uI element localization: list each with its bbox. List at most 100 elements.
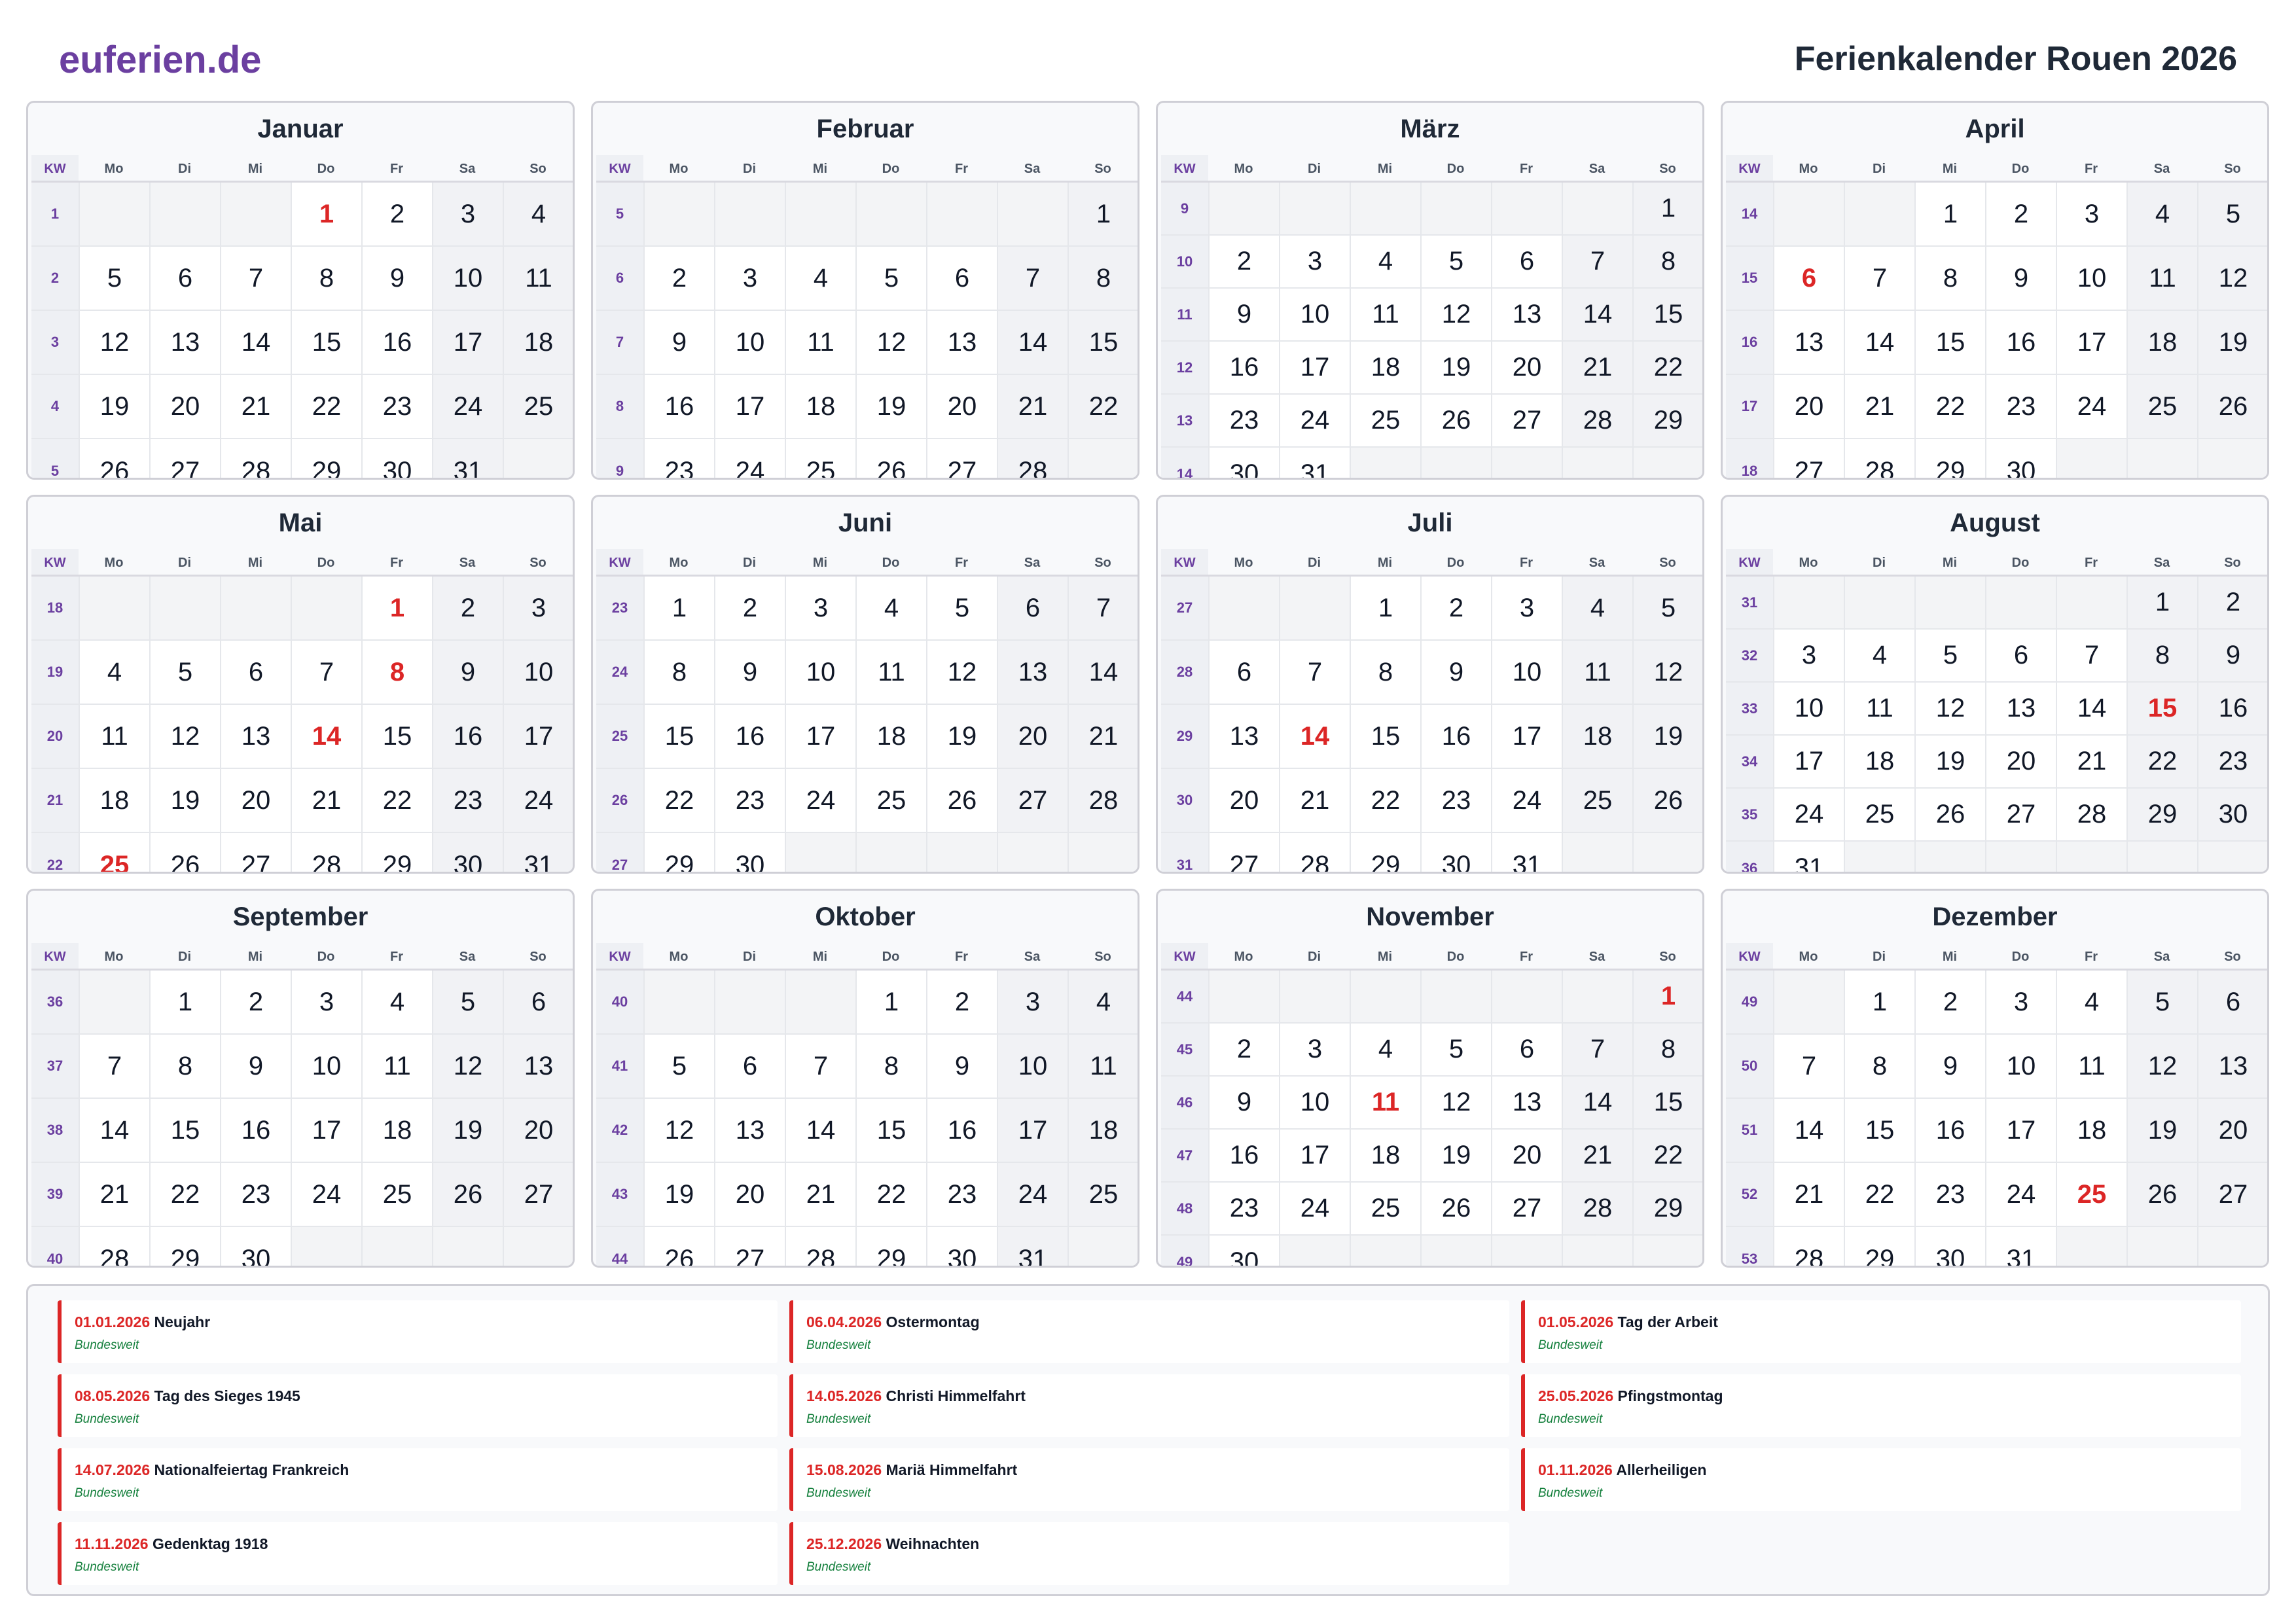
calendar-day[interactable]: 22 <box>1067 375 1138 438</box>
calendar-day[interactable]: 7 <box>2056 630 2126 681</box>
calendar-day[interactable]: 27 <box>1491 395 1562 446</box>
calendar-day[interactable]: 3 <box>503 577 573 639</box>
calendar-day[interactable]: 27 <box>926 439 997 478</box>
calendar-day[interactable]: 27 <box>1491 1183 1562 1234</box>
calendar-day[interactable]: 16 <box>432 705 503 768</box>
calendar-day[interactable]: 9 <box>1914 1035 1985 1097</box>
calendar-day[interactable]: 3 <box>291 971 361 1033</box>
calendar-day[interactable]: 29 <box>1914 439 1985 478</box>
calendar-day[interactable]: 18 <box>1562 705 1632 768</box>
calendar-day[interactable]: 26 <box>432 1163 503 1226</box>
calendar-day[interactable]: 29 <box>855 1227 926 1266</box>
calendar-day[interactable]: 15 <box>1844 1099 1914 1162</box>
calendar-day[interactable]: 18 <box>1067 1099 1138 1162</box>
calendar-day[interactable]: 23 <box>432 769 503 832</box>
calendar-day[interactable]: 24 <box>785 769 855 832</box>
calendar-day[interactable]: 16 <box>1208 1130 1279 1181</box>
calendar-day[interactable]: 16 <box>643 375 714 438</box>
calendar-day[interactable]: 28 <box>997 439 1067 478</box>
calendar-day[interactable]: 23 <box>220 1163 291 1226</box>
calendar-day[interactable]: 30 <box>714 833 785 872</box>
calendar-day[interactable]: 27 <box>503 1163 573 1226</box>
calendar-day[interactable]: 27 <box>2197 1163 2267 1226</box>
calendar-day[interactable]: 5 <box>1420 1024 1491 1075</box>
calendar-day[interactable]: 4 <box>361 971 432 1033</box>
calendar-day[interactable]: 30 <box>1208 1236 1279 1266</box>
calendar-day[interactable]: 13 <box>1208 705 1279 768</box>
calendar-day[interactable]: 1 <box>149 971 220 1033</box>
holiday-day[interactable]: 25 <box>2056 1163 2126 1226</box>
calendar-day[interactable]: 6 <box>1491 236 1562 287</box>
calendar-day[interactable]: 15 <box>149 1099 220 1162</box>
calendar-day[interactable]: 22 <box>291 375 361 438</box>
calendar-day[interactable]: 27 <box>997 769 1067 832</box>
calendar-day[interactable]: 3 <box>1279 236 1350 287</box>
calendar-day[interactable]: 25 <box>361 1163 432 1226</box>
calendar-day[interactable]: 25 <box>503 375 573 438</box>
calendar-day[interactable]: 5 <box>2126 971 2197 1033</box>
calendar-day[interactable]: 30 <box>1420 833 1491 872</box>
calendar-day[interactable]: 9 <box>926 1035 997 1097</box>
calendar-day[interactable]: 12 <box>1914 683 1985 734</box>
calendar-day[interactable]: 17 <box>503 705 573 768</box>
calendar-day[interactable]: 1 <box>1844 971 1914 1033</box>
calendar-day[interactable]: 19 <box>1420 1130 1491 1181</box>
calendar-day[interactable]: 4 <box>785 247 855 310</box>
calendar-day[interactable]: 17 <box>714 375 785 438</box>
calendar-day[interactable]: 15 <box>1350 705 1420 768</box>
calendar-day[interactable]: 27 <box>714 1227 785 1266</box>
calendar-day[interactable]: 1 <box>855 971 926 1033</box>
calendar-day[interactable]: 4 <box>1350 236 1420 287</box>
holiday-day[interactable]: 1 <box>291 183 361 245</box>
holiday-day[interactable]: 15 <box>2126 683 2197 734</box>
calendar-day[interactable]: 8 <box>2126 630 2197 681</box>
calendar-day[interactable]: 9 <box>1208 289 1279 340</box>
calendar-day[interactable]: 28 <box>1067 769 1138 832</box>
calendar-day[interactable]: 10 <box>1985 1035 2056 1097</box>
holiday-day[interactable]: 1 <box>1632 971 1702 1022</box>
calendar-day[interactable]: 5 <box>149 641 220 704</box>
calendar-day[interactable]: 7 <box>1562 236 1632 287</box>
calendar-day[interactable]: 5 <box>926 577 997 639</box>
holiday-day[interactable]: 25 <box>79 833 149 872</box>
calendar-day[interactable]: 28 <box>291 833 361 872</box>
calendar-day[interactable]: 31 <box>432 439 503 478</box>
calendar-day[interactable]: 9 <box>1985 247 2056 310</box>
calendar-day[interactable]: 26 <box>643 1227 714 1266</box>
calendar-day[interactable]: 20 <box>997 705 1067 768</box>
calendar-day[interactable]: 12 <box>1420 1077 1491 1128</box>
holiday-day[interactable]: 14 <box>291 705 361 768</box>
calendar-day[interactable]: 30 <box>2197 789 2267 840</box>
calendar-day[interactable]: 26 <box>79 439 149 478</box>
calendar-day[interactable]: 22 <box>1914 375 1985 438</box>
calendar-day[interactable]: 16 <box>1914 1099 1985 1162</box>
calendar-day[interactable]: 24 <box>503 769 573 832</box>
calendar-day[interactable]: 24 <box>714 439 785 478</box>
calendar-day[interactable]: 18 <box>1350 342 1420 393</box>
calendar-day[interactable]: 14 <box>1773 1099 1844 1162</box>
calendar-day[interactable]: 26 <box>2126 1163 2197 1226</box>
calendar-day[interactable]: 12 <box>1632 641 1702 704</box>
calendar-day[interactable]: 21 <box>785 1163 855 1226</box>
calendar-day[interactable]: 11 <box>1067 1035 1138 1097</box>
calendar-day[interactable]: 2 <box>2197 577 2267 628</box>
calendar-day[interactable]: 27 <box>220 833 291 872</box>
calendar-day[interactable]: 24 <box>1279 1183 1350 1234</box>
calendar-day[interactable]: 23 <box>361 375 432 438</box>
calendar-day[interactable]: 20 <box>1208 769 1279 832</box>
calendar-day[interactable]: 17 <box>1279 1130 1350 1181</box>
calendar-day[interactable]: 12 <box>149 705 220 768</box>
calendar-day[interactable]: 8 <box>1350 641 1420 704</box>
calendar-day[interactable]: 22 <box>361 769 432 832</box>
calendar-day[interactable]: 15 <box>1067 311 1138 374</box>
calendar-day[interactable]: 27 <box>1985 789 2056 840</box>
calendar-day[interactable]: 23 <box>643 439 714 478</box>
calendar-day[interactable]: 3 <box>785 577 855 639</box>
calendar-day[interactable]: 8 <box>291 247 361 310</box>
calendar-day[interactable]: 20 <box>1985 736 2056 787</box>
calendar-day[interactable]: 18 <box>1350 1130 1420 1181</box>
calendar-day[interactable]: 21 <box>1279 769 1350 832</box>
calendar-day[interactable]: 23 <box>1985 375 2056 438</box>
calendar-day[interactable]: 2 <box>1985 183 2056 245</box>
calendar-day[interactable]: 17 <box>785 705 855 768</box>
